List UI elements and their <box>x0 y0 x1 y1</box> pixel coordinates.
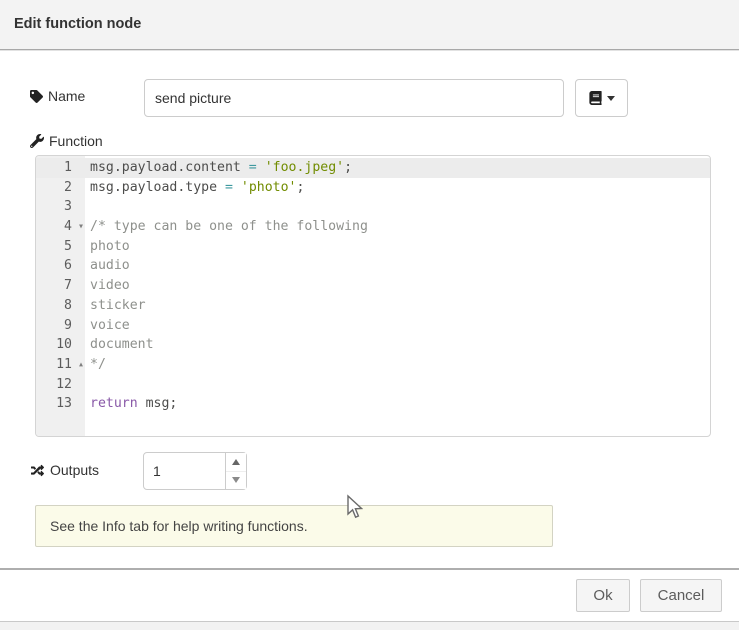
code-line[interactable]: 7video <box>36 276 710 296</box>
code-text: */ <box>85 355 106 375</box>
code-text: msg.payload.type = 'photo'; <box>85 178 304 198</box>
library-button[interactable] <box>575 79 628 117</box>
wrench-icon <box>30 134 44 148</box>
info-tip: See the Info tab for help writing functi… <box>35 505 553 547</box>
name-label-text: Name <box>48 88 85 104</box>
tag-icon <box>30 90 43 103</box>
function-label-text: Function <box>49 133 103 149</box>
info-tip-text: See the Info tab for help writing functi… <box>50 518 308 534</box>
line-number: 1 <box>36 158 85 178</box>
code-text: photo <box>85 237 130 257</box>
outputs-input[interactable] <box>144 453 226 489</box>
code-text: audio <box>85 256 130 276</box>
caret-down-icon <box>607 96 615 101</box>
code-text: /* type can be one of the following <box>85 217 368 237</box>
code-line[interactable]: 1msg.payload.content = 'foo.jpeg'; <box>36 158 710 178</box>
arrow-up-icon <box>232 459 240 465</box>
outputs-label-text: Outputs <box>50 462 99 478</box>
fold-close-icon[interactable]: ▴ <box>78 355 84 375</box>
footer-divider <box>0 568 739 570</box>
function-label: Function <box>30 133 103 149</box>
spinner-up-button[interactable] <box>226 453 246 472</box>
line-number: 9 <box>36 316 85 336</box>
line-number: 12 <box>36 375 85 395</box>
spinner-buttons <box>225 453 246 489</box>
outputs-label: Outputs <box>30 462 99 478</box>
edit-function-node-dialog: Edit function node Name Function 1msg.pa… <box>0 0 739 630</box>
code-text <box>85 197 90 217</box>
code-line[interactable]: 5photo <box>36 237 710 257</box>
code-line[interactable]: 2msg.payload.type = 'photo'; <box>36 178 710 198</box>
ok-button[interactable]: Ok <box>576 579 630 612</box>
code-line[interactable]: 4▾/* type can be one of the following <box>36 217 710 237</box>
function-code-editor[interactable]: 1msg.payload.content = 'foo.jpeg';2msg.p… <box>35 155 711 437</box>
line-number: 10 <box>36 335 85 355</box>
bottom-strip <box>0 621 739 630</box>
name-label: Name <box>30 88 85 104</box>
code-line[interactable]: 9voice <box>36 316 710 336</box>
line-number: 3 <box>36 197 85 217</box>
code-line[interactable]: 12 <box>36 375 710 395</box>
shuffle-icon <box>30 464 45 477</box>
code-line[interactable]: 8sticker <box>36 296 710 316</box>
line-number: 6 <box>36 256 85 276</box>
code-line[interactable]: 10document <box>36 335 710 355</box>
code-text <box>85 375 90 395</box>
dialog-title: Edit function node <box>14 16 141 32</box>
code-line[interactable]: 3 <box>36 197 710 217</box>
line-number: 8 <box>36 296 85 316</box>
outputs-spinner <box>143 452 247 490</box>
name-input[interactable] <box>144 79 564 117</box>
line-number: 5 <box>36 237 85 257</box>
code-line[interactable]: 13return msg; <box>36 394 710 414</box>
dialog-header: Edit function node <box>0 0 739 50</box>
code-text: document <box>85 335 154 355</box>
code-text: video <box>85 276 130 296</box>
code-text: voice <box>85 316 130 336</box>
book-icon <box>589 91 602 105</box>
line-number: 2 <box>36 178 85 198</box>
code-text: msg.payload.content = 'foo.jpeg'; <box>85 158 352 178</box>
arrow-down-icon <box>232 477 240 483</box>
cancel-button[interactable]: Cancel <box>640 579 722 612</box>
code-editor-lines: 1msg.payload.content = 'foo.jpeg';2msg.p… <box>36 158 710 414</box>
code-text: return msg; <box>85 394 177 414</box>
line-number: 4▾ <box>36 217 85 237</box>
line-number: 7 <box>36 276 85 296</box>
code-line[interactable]: 6audio <box>36 256 710 276</box>
spinner-down-button[interactable] <box>226 472 246 490</box>
code-text: sticker <box>85 296 146 316</box>
line-number: 11▴ <box>36 355 85 375</box>
fold-open-icon[interactable]: ▾ <box>78 217 84 237</box>
line-number: 13 <box>36 394 85 414</box>
code-line[interactable]: 11▴*/ <box>36 355 710 375</box>
